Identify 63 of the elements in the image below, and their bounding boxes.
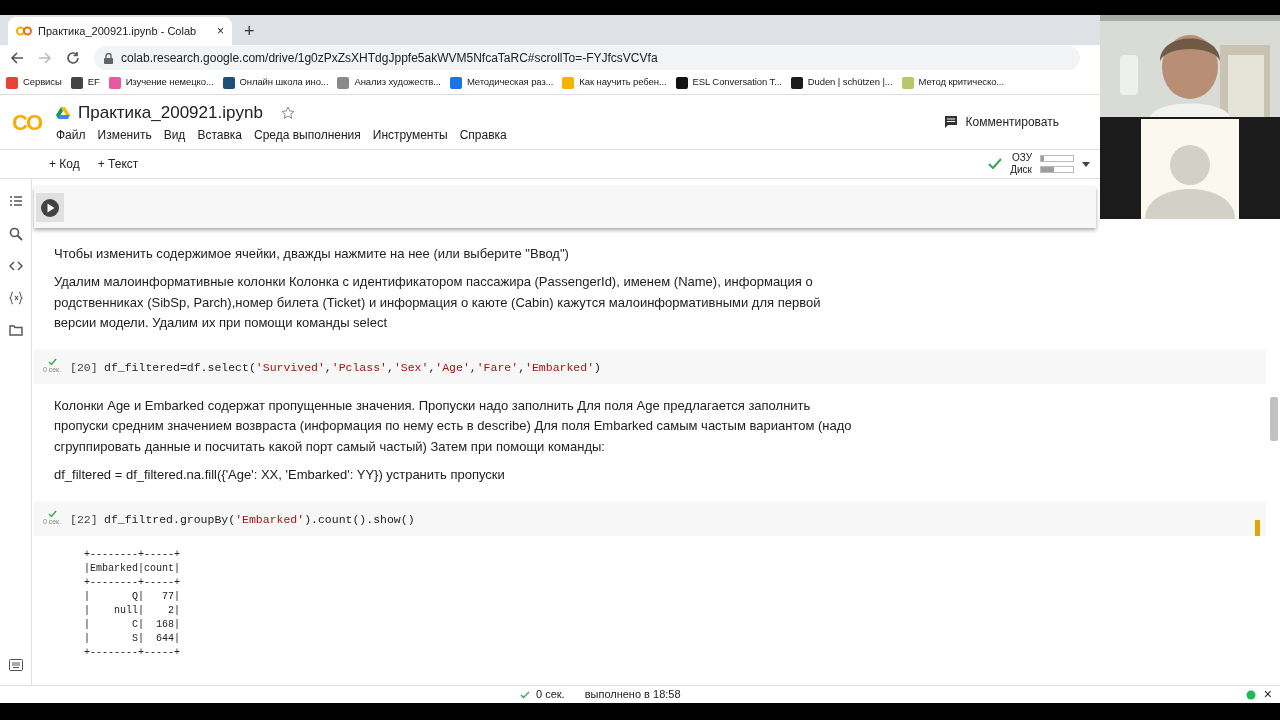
bookmark[interactable]: Метод критическо... [901, 75, 1004, 90]
menu-item[interactable]: Справка [459, 125, 507, 144]
text-paragraph: Колонки Age и Embarked содержат пропущенные значения. Пропуски надо заполнить Для поля Age предлагается заполнить пропуски средним значением возвраста (информация по нему есть в describe) Для поля Embarked самым частым вариантом (надо сгруппировать данные и посчитать какой порт самый частый) Затем при помощи команды: [54, 396, 853, 456]
run-button[interactable] [40, 197, 60, 218]
code-cell[interactable] [34, 187, 1096, 228]
bookmark[interactable]: Онлайн школа ино... [222, 75, 329, 90]
notebook-title[interactable]: Практика_200921.ipynb [78, 100, 263, 126]
search-icon[interactable] [8, 227, 23, 241]
menu-item[interactable]: Инструменты [372, 125, 448, 144]
resource-label: Диск [1010, 164, 1032, 176]
text-paragraph: Чтобы изменить содержимое ячейки, дважды нажмите на нее (или выберите "Ввод") [54, 244, 570, 263]
star-icon[interactable] [280, 106, 295, 120]
cell-output: +--------+-----+ |Embarked|count| +--------+-----+ | Q| 77| | null| 2| | C| 168| | S| 644| +--------+-----+ [84, 547, 181, 660]
bookmark[interactable]: Изучение немецко... [108, 75, 214, 90]
resource-label: ОЗУ [1010, 152, 1032, 164]
code-line[interactable]: df_filtered=df.select('Survived','Pclass','Sex','Age','Fare','Embarked') [104, 349, 601, 376]
resource-meter [1040, 166, 1074, 173]
tab-logo-icon [16, 26, 32, 36]
avatar-placeholder-icon [1141, 119, 1239, 219]
lock-icon [104, 52, 113, 64]
drive-icon [56, 107, 70, 119]
comment-icon [943, 115, 958, 129]
bookmark[interactable]: Сервисы [6, 75, 62, 90]
comment-button[interactable]: Комментировать [934, 108, 1068, 136]
code-line[interactable]: df_filtred.groupBy('Embarked').count().show() [104, 501, 415, 528]
folder-icon[interactable] [8, 323, 23, 337]
bookmark[interactable]: Как научить ребен... [562, 75, 667, 90]
bookmark[interactable]: Duden | schützen |... [790, 75, 893, 90]
close-button[interactable]: × [1263, 684, 1272, 705]
execution-count: [22] [70, 511, 99, 528]
bookmark[interactable]: Анализ художеств... [337, 75, 441, 90]
code-snippets-icon[interactable] [8, 259, 23, 273]
add-cell-button[interactable]: + Код [44, 154, 85, 174]
check-icon [47, 357, 57, 366]
bookmark[interactable]: ESL Conversation T... [675, 75, 782, 90]
dropdown-caret-icon[interactable] [1082, 161, 1090, 167]
bookmark[interactable]: Методическая раз... [449, 75, 554, 90]
execution-duration: 0 сек. [536, 687, 565, 703]
menu-item[interactable]: Изменить [97, 125, 152, 144]
menu-item[interactable]: Файл [56, 125, 86, 144]
execution-count: [20] [70, 359, 99, 376]
new-tab-button[interactable]: + [232, 17, 267, 45]
menu-item[interactable]: Вид [163, 125, 186, 144]
menu-item[interactable]: Вставка [197, 125, 242, 144]
text-paragraph: df_filtered = df_filtered.na.fill({'Age': XX, 'Embarked': YY}) устранить пропуски [54, 466, 506, 485]
back-icon[interactable] [10, 51, 24, 65]
variables-icon[interactable] [8, 291, 23, 305]
bookmark[interactable]: EF [70, 75, 100, 90]
tab-close-button[interactable]: × [217, 22, 224, 40]
text-paragraph: Удалим малоинформативные колонки Колонка с идентификатором пассажира (PassengerId), именем (Name), информация о родственниках (SibSp, Parch),номер билета (Ticket) и информация о каюте (Cabin) кажутся малоинформативными для первой версии модели. Удалим их при помощи команды select [54, 273, 822, 333]
scrollbar-thumb[interactable] [1270, 397, 1278, 441]
resource-meter [1040, 155, 1074, 162]
execution-status: выполнено в 18:58 [584, 687, 681, 703]
reload-icon[interactable] [66, 51, 80, 65]
address-bar[interactable]: colab.research.google.com/drive/1g0zPxZsXHTdgJppfe5akWVM5NfcaTaRC#scrollTo=-FYJfcsVCVfa [94, 46, 1080, 70]
table-of-contents-icon[interactable] [8, 195, 23, 209]
check-icon [47, 509, 57, 518]
menu-item[interactable]: Среда выполнения [254, 125, 361, 144]
browser-tab[interactable]: Практика_200921.ipynb - Colab × [8, 17, 232, 45]
add-cell-button[interactable]: + Текст [92, 154, 144, 174]
terminal-icon[interactable] [8, 659, 23, 671]
connection-status-icon [1245, 689, 1256, 700]
resources-button[interactable]: ОЗУ Диск [1010, 152, 1074, 176]
